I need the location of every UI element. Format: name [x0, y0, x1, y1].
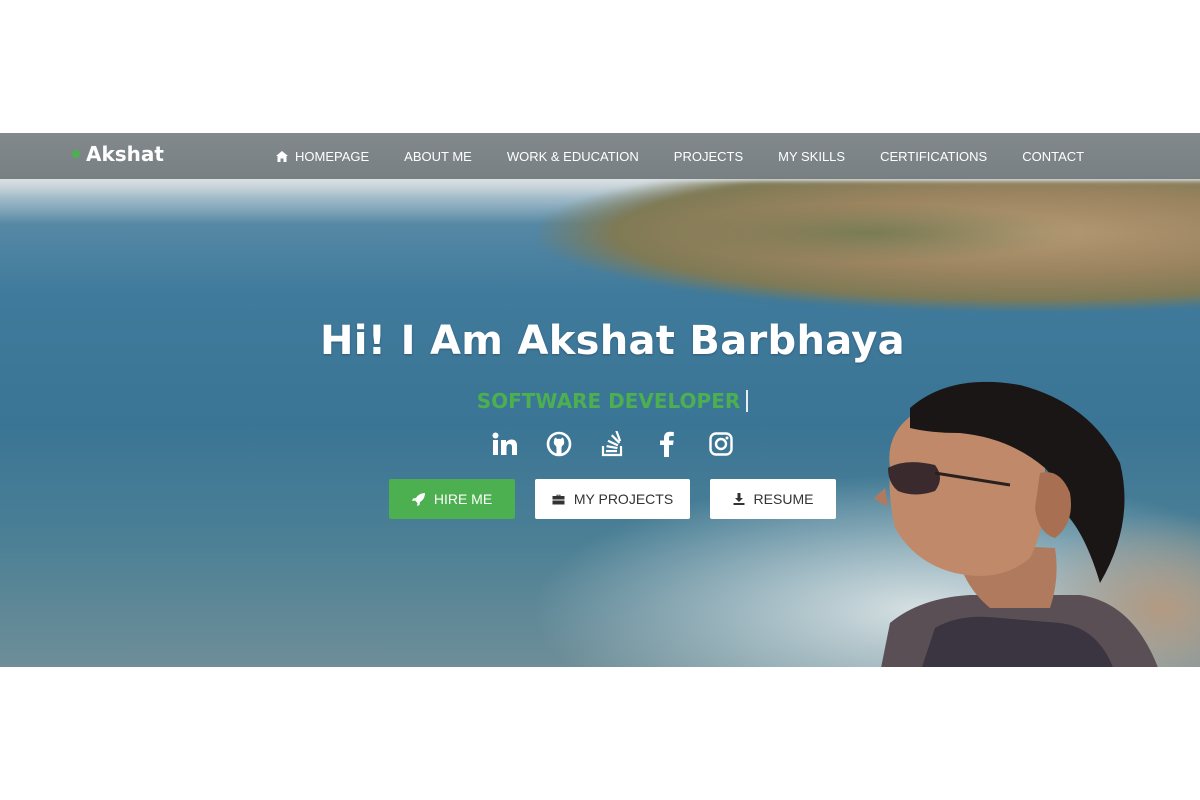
hero-actions: HIRE ME MY PROJECTS RESUME	[200, 479, 1025, 519]
hero-content: Hi! I Am Akshat Barbhaya SOFTWARE DEVELO…	[200, 133, 1025, 667]
hero-subtitle: SOFTWARE DEVELOPER	[200, 389, 1025, 413]
rocket-icon	[411, 492, 425, 506]
hire-me-button[interactable]: HIRE ME	[389, 479, 515, 519]
resume-button[interactable]: RESUME	[710, 479, 836, 519]
brand-dot-icon	[72, 150, 80, 158]
facebook-icon[interactable]	[654, 431, 680, 457]
resume-label: RESUME	[753, 491, 814, 507]
hero-section: Akshat HOMEPAGE ABOUT ME WORK & EDUCATIO…	[0, 133, 1200, 667]
typing-cursor	[746, 390, 749, 412]
github-icon[interactable]	[546, 431, 572, 457]
download-icon	[733, 493, 745, 505]
brand-name: Akshat	[86, 142, 164, 166]
typed-role: SOFTWARE DEVELOPER	[476, 389, 741, 413]
my-projects-label: MY PROJECTS	[573, 491, 674, 507]
hero-title: Hi! I Am Akshat Barbhaya	[320, 318, 905, 364]
brand-logo[interactable]: Akshat	[72, 142, 164, 166]
instagram-icon[interactable]	[708, 431, 734, 457]
nav-item-contact[interactable]: CONTACT	[1022, 149, 1084, 164]
linkedin-icon[interactable]	[492, 431, 518, 457]
social-links	[200, 431, 1025, 457]
nav-item-label: CONTACT	[1022, 148, 1085, 164]
my-projects-button[interactable]: MY PROJECTS	[535, 479, 690, 519]
stackoverflow-icon[interactable]	[600, 431, 626, 457]
hire-me-label: HIRE ME	[433, 491, 493, 507]
briefcase-icon	[552, 494, 565, 505]
